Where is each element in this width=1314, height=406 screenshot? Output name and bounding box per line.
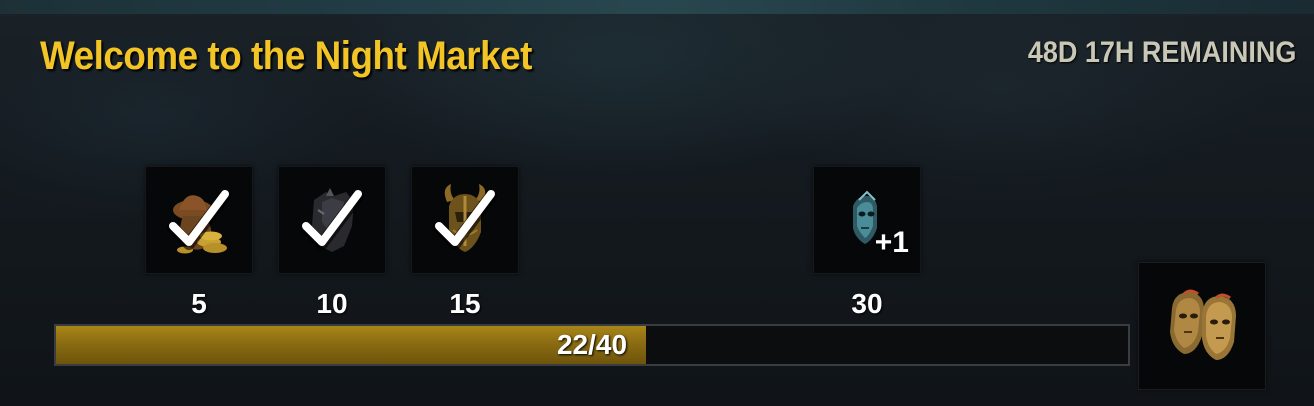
checkmark-icon	[167, 190, 231, 250]
reward-slot[interactable]	[278, 166, 386, 274]
progress-bar: 22/40	[54, 324, 1130, 366]
reward-slot[interactable]	[411, 166, 519, 274]
checkmark-icon	[433, 190, 497, 250]
bonus-quantity: +1	[874, 226, 909, 259]
milestone-5[interactable]: 5	[145, 166, 253, 319]
milestone-threshold: 10	[316, 288, 348, 319]
progress-label: 22/40	[556, 329, 628, 360]
night-market-panel: Welcome to the Night Market 48D 17H REMA…	[0, 0, 1314, 406]
checkmark-icon	[300, 190, 364, 250]
milestone-threshold: 5	[191, 288, 207, 319]
milestone-30[interactable]: +1 30	[813, 166, 921, 319]
time-remaining: 48D 17H REMAINING	[1027, 36, 1296, 69]
milestone-15[interactable]: 15	[411, 166, 519, 319]
reward-slot[interactable]: +1	[813, 166, 921, 274]
milestone-10[interactable]: 10	[278, 166, 386, 319]
final-reward-slot[interactable]	[1138, 262, 1266, 390]
milestone-threshold: 15	[449, 288, 481, 319]
top-border-strip	[0, 0, 1314, 14]
page-title: Welcome to the Night Market	[40, 34, 532, 78]
reward-slot[interactable]	[145, 166, 253, 274]
milestone-threshold: 30	[851, 288, 883, 319]
golden-twin-masks-icon	[1170, 289, 1236, 360]
